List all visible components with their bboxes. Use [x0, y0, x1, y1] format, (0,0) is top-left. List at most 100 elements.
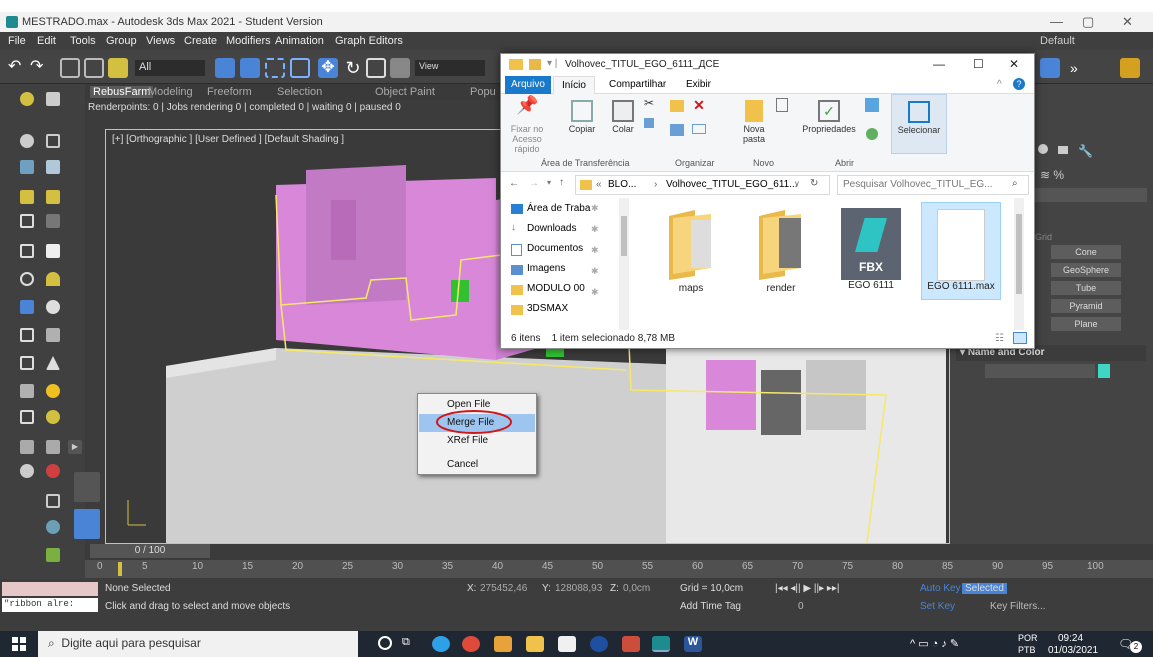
breadcrumb-blo[interactable]: BLO...: [608, 179, 636, 190]
pin-quick-access-button[interactable]: 📌 Fixar no Acesso rápido: [507, 96, 547, 154]
new-item-icon[interactable]: [773, 98, 791, 112]
toolbar-right-icon[interactable]: [1040, 58, 1060, 78]
bind-spacewarp-icon[interactable]: [108, 58, 128, 78]
file-item-maps[interactable]: maps: [651, 208, 731, 294]
delete-icon[interactable]: ✕: [691, 98, 707, 112]
time-slider[interactable]: 0 / 100: [90, 544, 210, 558]
file-explorer-icon[interactable]: [526, 636, 544, 652]
menu-create[interactable]: Create: [184, 35, 217, 47]
workspace-dropdown[interactable]: Default: [1040, 35, 1075, 47]
menu-file[interactable]: File: [8, 35, 26, 47]
select-object-icon[interactable]: [215, 58, 235, 78]
tab-compartilhar[interactable]: Compartilhar: [609, 79, 666, 90]
edge-icon[interactable]: [432, 636, 450, 652]
x-coordinate[interactable]: 275452,46: [480, 583, 527, 594]
window-crossing-icon[interactable]: [290, 58, 310, 78]
dot-icon[interactable]: [46, 300, 60, 314]
keyboard-layout[interactable]: PTB: [1018, 645, 1036, 655]
app-icon[interactable]: [622, 636, 640, 652]
rect-selection-icon[interactable]: [265, 58, 285, 78]
current-frame[interactable]: 0: [798, 601, 804, 612]
search-icon[interactable]: ⌕: [1012, 178, 1018, 189]
time-cursor[interactable]: [118, 562, 122, 576]
box-icon[interactable]: [20, 244, 34, 258]
tab-freeform[interactable]: Freeform: [207, 86, 252, 98]
dome-icon[interactable]: [46, 272, 60, 286]
file-item-ego6111-fbx[interactable]: FBX EGO 6111: [831, 208, 911, 291]
maxscript-listener-pink[interactable]: [2, 582, 98, 596]
close-icon[interactable]: ✕: [1122, 14, 1133, 30]
nav-item-images[interactable]: Imagens: [527, 263, 565, 274]
nav-item-documents[interactable]: Documentos: [527, 243, 583, 254]
paste-button[interactable]: Colar: [609, 100, 637, 134]
tab-selection[interactable]: Selection: [277, 86, 322, 98]
breadcrumb-volhovec[interactable]: Volhovec_TITUL_EGO_611...: [666, 179, 798, 190]
cortana-icon[interactable]: [378, 636, 392, 650]
tab-rebusfarm[interactable]: RebusFarm: [90, 86, 154, 98]
wrench-icon[interactable]: 🔧: [1078, 144, 1093, 158]
pyramid-button[interactable]: Pyramid: [1051, 299, 1121, 313]
grid-icon[interactable]: [20, 328, 34, 342]
explorer-close-icon[interactable]: ✕: [1009, 57, 1019, 71]
3dsmax-taskbar-icon[interactable]: [652, 636, 670, 652]
move-to-icon[interactable]: [669, 100, 685, 112]
ribbon-collapse-icon[interactable]: ^: [997, 79, 1002, 90]
task-view-icon[interactable]: ⧉: [402, 636, 410, 649]
nav-item-modulo[interactable]: MODULO 00: [527, 283, 585, 294]
toolbar-overflow-icon[interactable]: »: [1070, 58, 1090, 78]
select-button[interactable]: Selecionar: [891, 94, 947, 154]
place-icon[interactable]: [390, 58, 410, 78]
tube-button[interactable]: Tube: [1051, 281, 1121, 295]
menu-edit[interactable]: Edit: [37, 35, 56, 47]
large-icons-view-icon[interactable]: [1013, 332, 1027, 344]
start-icon[interactable]: [12, 637, 26, 651]
clock-time[interactable]: 09:24: [1058, 633, 1083, 644]
hp-icon[interactable]: [590, 636, 608, 652]
object-color-swatch[interactable]: [1098, 364, 1110, 378]
explorer-maximize-icon[interactable]: ☐: [973, 57, 984, 71]
properties-button[interactable]: ✓ Propriedades: [799, 100, 859, 134]
grass-icon[interactable]: [46, 548, 60, 562]
chrome-icon[interactable]: [462, 636, 480, 652]
details-view-icon[interactable]: ☷: [995, 333, 1004, 344]
display-icon[interactable]: [20, 300, 34, 314]
language-indicator[interactable]: POR: [1018, 633, 1038, 643]
store-icon[interactable]: [558, 636, 576, 652]
unlink-icon[interactable]: [84, 58, 104, 78]
cylinder-icon[interactable]: [46, 134, 60, 148]
playback-controls[interactable]: |◂◂ ◂|| ▶ ||▸ ▸▸|: [775, 583, 840, 594]
nav-item-downloads[interactable]: Downloads: [527, 223, 576, 234]
panel-toggle-b[interactable]: [74, 509, 100, 539]
clock-date[interactable]: 01/03/2021: [1048, 645, 1098, 656]
wire-icon[interactable]: [20, 440, 34, 454]
quick-access-dropdown-icon[interactable]: ▾ |: [547, 58, 557, 69]
menu-modifiers[interactable]: Modifiers: [226, 35, 271, 47]
geosphere-button[interactable]: GeoSphere: [1051, 263, 1121, 277]
search-input[interactable]: Pesquisar Volhovec_TITUL_EG... ⌕: [837, 175, 1029, 195]
tree-icon[interactable]: [46, 190, 60, 204]
category-dropdown[interactable]: [1035, 188, 1147, 202]
toolbar-extra-icon[interactable]: [1120, 58, 1140, 78]
torus-icon[interactable]: [20, 272, 34, 286]
list-icon[interactable]: [46, 214, 60, 228]
history-icon[interactable]: [863, 128, 881, 140]
expand-icon[interactable]: ▶: [68, 440, 82, 454]
plane-button[interactable]: Plane: [1051, 317, 1121, 331]
nav-item-desktop[interactable]: Área de Traba: [527, 203, 590, 214]
window-icon[interactable]: [20, 410, 34, 424]
forward-icon[interactable]: →: [529, 178, 539, 189]
set-key-button[interactable]: Set Key: [920, 601, 955, 612]
maximize-icon[interactable]: ▢: [1082, 14, 1094, 30]
cross-icon[interactable]: [46, 440, 60, 454]
utilities-icon[interactable]: [1058, 146, 1068, 154]
redo-icon[interactable]: ↷: [30, 58, 50, 78]
file-item-render[interactable]: render: [741, 208, 821, 294]
move-icon[interactable]: ✥: [318, 58, 338, 78]
y-coordinate[interactable]: 128088,93: [555, 583, 602, 594]
selection-filter-dropdown[interactable]: All: [135, 60, 205, 76]
explorer-minimize-icon[interactable]: —: [933, 57, 945, 71]
key-mode-dropdown[interactable]: Selected: [962, 583, 1007, 594]
gear-object-icon[interactable]: [46, 520, 60, 534]
copy-button[interactable]: Copiar: [567, 100, 597, 134]
cut-icon[interactable]: ✂: [641, 97, 657, 109]
